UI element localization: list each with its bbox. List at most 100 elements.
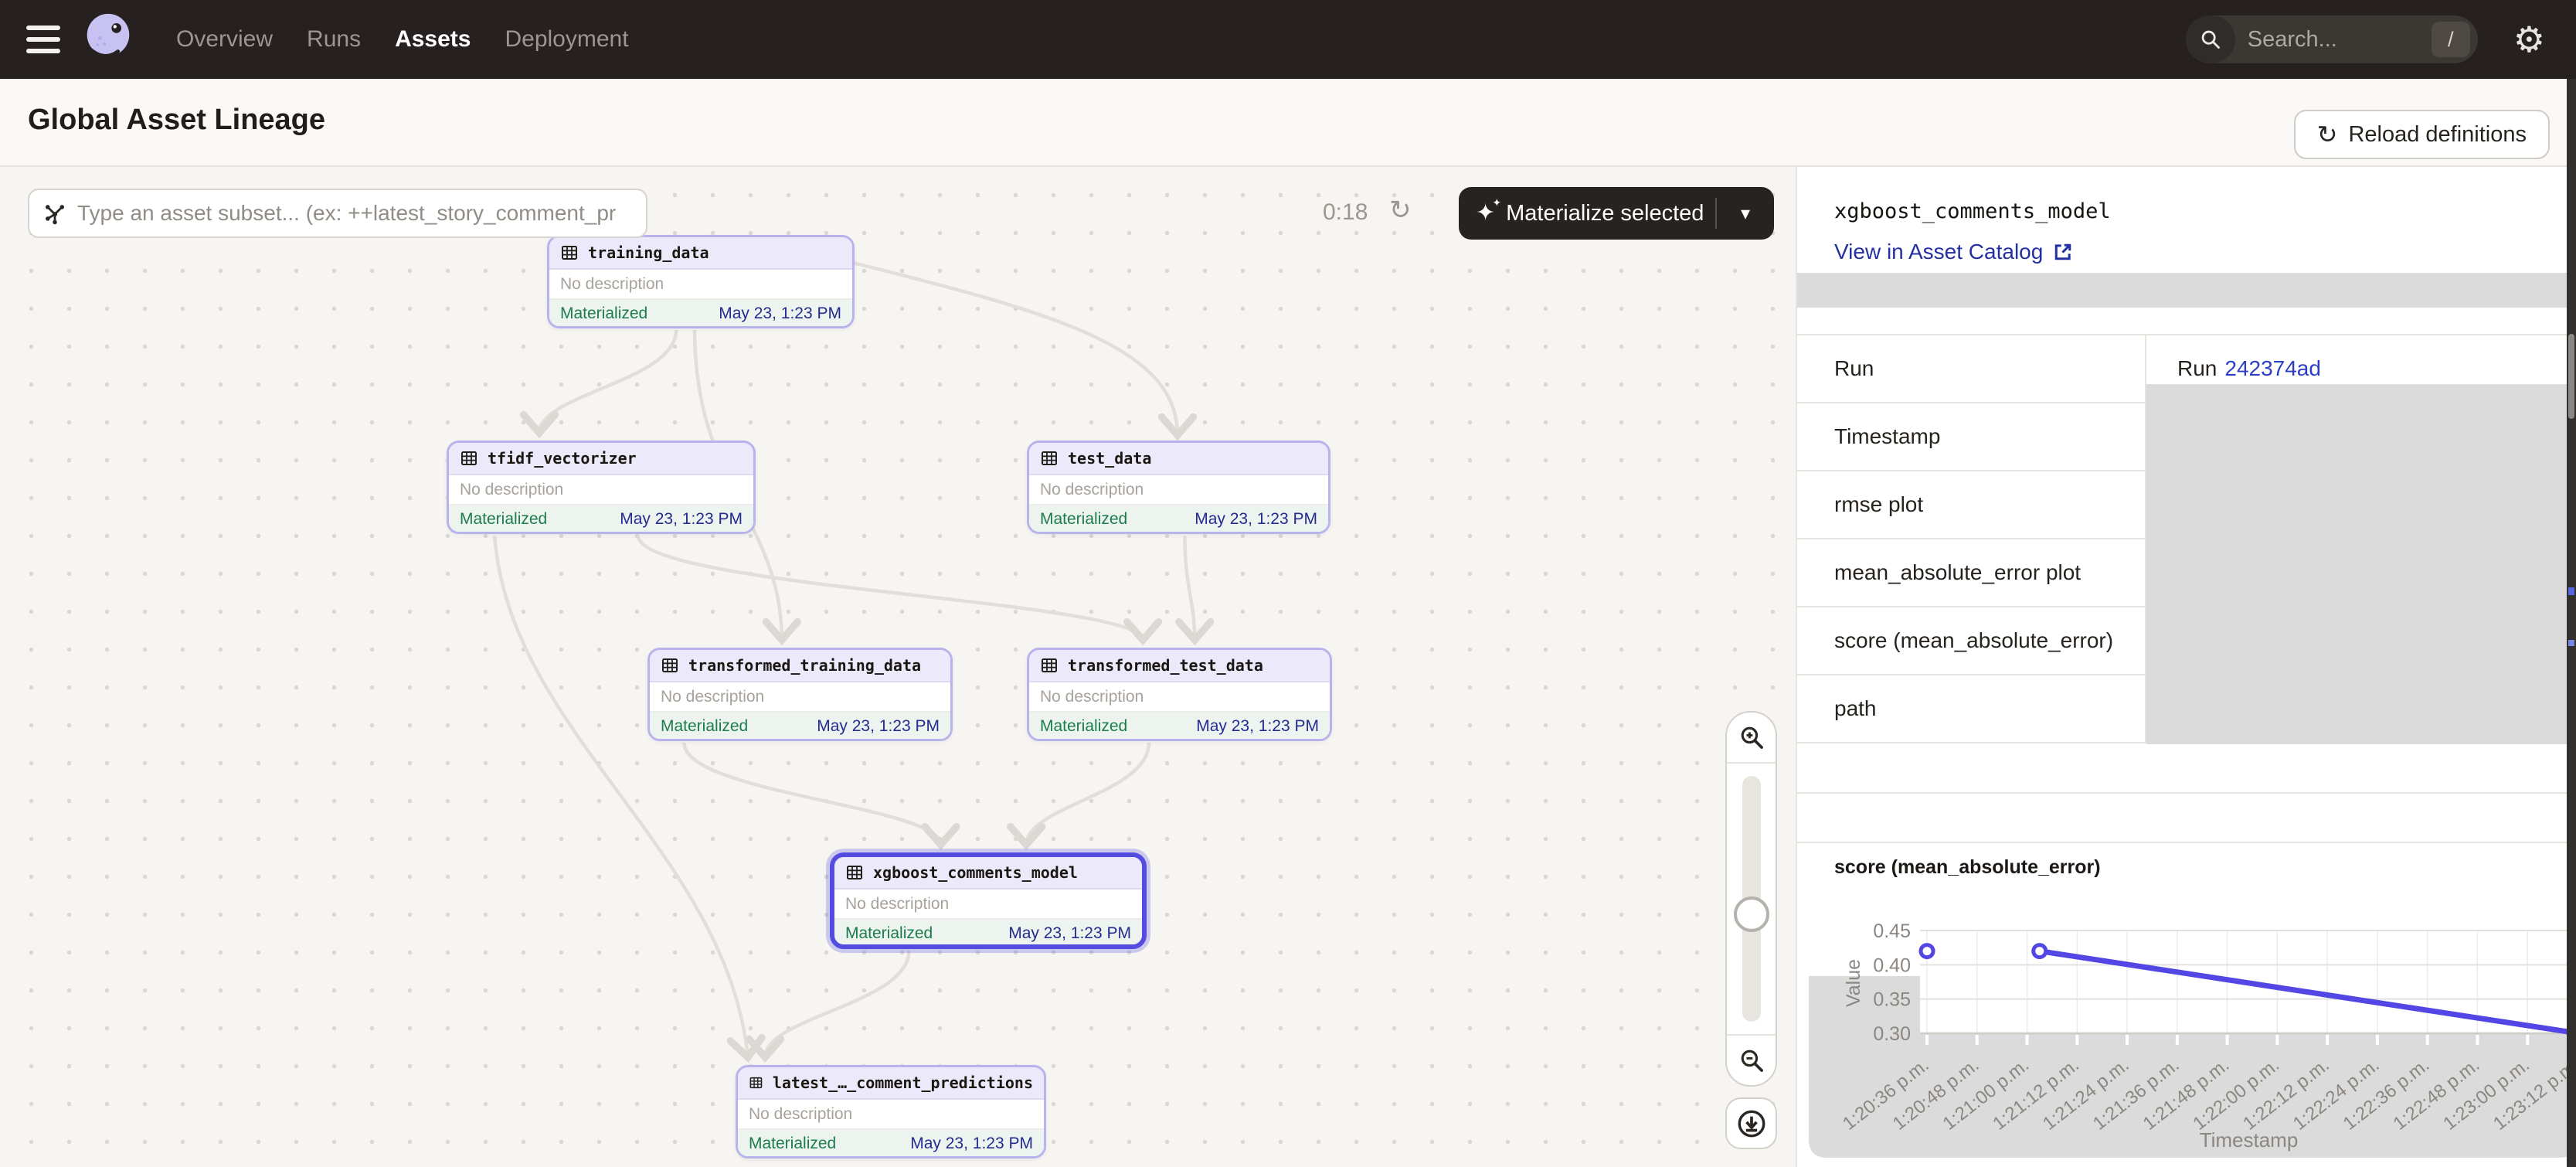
status-badge: Materialized (845, 924, 933, 943)
table-icon (661, 656, 679, 675)
materialization-date[interactable]: May 23, 1:23 PM (1195, 510, 1317, 529)
edge-training_data-to-test_data (853, 263, 1178, 435)
table-icon (1040, 656, 1059, 675)
svg-text:0.35: 0.35 (1873, 989, 1911, 1011)
asset-detail-panel: xgboost_comments_model View in Asset Cat… (1796, 167, 2576, 1167)
zoom-slider[interactable] (1727, 764, 1776, 1034)
materialization-date[interactable]: May 23, 1:23 PM (1008, 924, 1131, 943)
asset-description: No description (738, 1100, 1044, 1130)
section-row-system-tags[interactable]: Materialization system tags ▶ (1797, 744, 2576, 794)
status-badge: Materialized (460, 510, 547, 529)
table-icon (749, 1073, 763, 1092)
sparkle-icon: ✦✦ (1476, 202, 1495, 225)
search-placeholder: Search... (2248, 27, 2432, 53)
nav-tabs: Overview Runs Assets Deployment (176, 0, 629, 79)
gear-icon[interactable]: ⚙ (2513, 22, 2545, 57)
svg-text:0.30: 0.30 (1873, 1023, 1911, 1045)
asset-node-transformed_training_data[interactable]: transformed_training_data No description M… (647, 648, 953, 741)
asset-description: No description (650, 682, 950, 713)
score-line-chart: 0.450.400.350.301:20:36 p.m.1:20:48 p.m.… (1809, 886, 2576, 1161)
asset-name: xgboost_comments_model (873, 863, 1078, 882)
external-link-icon (2052, 241, 2074, 263)
edge-tfidf_vectorizer-to-transformed_test_data (638, 536, 1143, 640)
materialize-dropdown-button[interactable]: ▾ (1715, 198, 1774, 229)
reload-icon: ↻ (2317, 122, 2338, 147)
asset-name: training_data (588, 243, 709, 262)
materialization-date[interactable]: May 23, 1:23 PM (719, 305, 841, 323)
materialization-date[interactable]: May 23, 1:23 PM (620, 510, 743, 529)
row-label: score (mean_absolute_error) (1797, 607, 2146, 674)
zoom-in-button[interactable] (1727, 713, 1776, 764)
asset-node-xgboost_comments_model[interactable]: xgboost_comments_model No description Mate… (830, 852, 1147, 949)
asset-name: transformed_test_data (1068, 656, 1263, 675)
zoom-out-button[interactable] (1727, 1034, 1776, 1085)
edge-transformed_test_data-to-xgboost_comments_model (1026, 743, 1149, 845)
zoom-slider-handle[interactable] (1734, 897, 1769, 932)
panel-asset-title: xgboost_comments_model (1834, 199, 2111, 223)
row-label: rmse plot (1797, 471, 2146, 538)
row-label: Run (1797, 335, 2146, 402)
asset-node-test_data[interactable]: test_data No description Materialized May 2… (1027, 441, 1330, 534)
svg-text:0.40: 0.40 (1873, 954, 1911, 976)
status-badge: Materialized (661, 717, 748, 736)
asset-description: No description (549, 270, 852, 300)
nav-tab-overview[interactable]: Overview (176, 26, 273, 53)
materialize-selected-button[interactable]: ✦✦ Materialize selected ▾ (1459, 187, 1774, 240)
asset-name: transformed_training_data (688, 656, 921, 675)
run-id-link[interactable]: 242374ad (2224, 356, 2321, 381)
asset-node-latest_…_comment_predictions[interactable]: latest_…_comment_predictionsNo descripti… (736, 1065, 1046, 1158)
table-icon (560, 243, 579, 262)
nav-tab-runs[interactable]: Runs (307, 26, 361, 53)
reload-definitions-button[interactable]: ↻ Reload definitions (2294, 110, 2550, 159)
asset-filter-input[interactable]: Type an asset subset... (ex: ++latest_st… (28, 189, 647, 238)
search-icon (2186, 15, 2235, 63)
reload-label: Reload definitions (2348, 122, 2527, 148)
nav-tab-deployment[interactable]: Deployment (505, 26, 628, 53)
search-shortcut-badge: / (2432, 22, 2470, 57)
asset-node-tfidf_vectorizer[interactable]: tfidf_vectorizer No description Materializ… (447, 441, 756, 534)
view-in-asset-catalog-link[interactable]: View in Asset Catalog (1834, 240, 2074, 264)
row-label: path (1797, 675, 2146, 742)
panel-scroll-band[interactable] (1797, 273, 2576, 308)
status-badge: Materialized (560, 305, 647, 323)
status-badge: Materialized (749, 1135, 836, 1153)
lineage-graph[interactable]: training_data No description Materialized M… (0, 167, 1796, 1167)
zoom-to-fit-button[interactable] (1725, 1097, 1777, 1149)
edge-transformed_training_data-to-xgboost_comments_model (684, 743, 940, 845)
asset-name: test_data (1068, 449, 1151, 468)
global-search-input[interactable]: Search... / (2186, 15, 2478, 63)
materialization-date[interactable]: May 23, 1:23 PM (817, 717, 940, 736)
value-column-block (2146, 384, 2576, 744)
right-edge-scrollbar[interactable] (2567, 79, 2576, 1167)
svg-text:0.45: 0.45 (1873, 920, 1911, 942)
dagster-logo[interactable] (77, 9, 138, 70)
asset-node-training_data[interactable]: training_data No description Materialized M… (547, 235, 855, 328)
nav-tab-assets[interactable]: Assets (395, 26, 471, 53)
asset-description: No description (834, 890, 1142, 920)
edge-training_data-to-tfidf_vectorizer (539, 330, 676, 433)
table-icon (460, 449, 478, 468)
page-header: Global Asset Lineage ↻ Reload definition… (0, 79, 2576, 167)
zoom-controls (1725, 711, 1777, 1087)
section-row-metadata-plots[interactable]: Metadata plots ▼ (1797, 794, 2576, 843)
menu-icon[interactable] (26, 26, 60, 53)
chart-title: score (mean_absolute_error) (1834, 856, 2101, 879)
table-icon (845, 863, 864, 882)
asset-node-transformed_test_data[interactable]: transformed_test_dataNo descriptionMater… (1027, 648, 1332, 741)
graph-refresh-icon[interactable]: ↻ (1389, 195, 1412, 226)
materialization-date[interactable]: May 23, 1:23 PM (1196, 717, 1319, 736)
op-selector-icon (43, 202, 66, 225)
app-root: Overview Runs Assets Deployment Search... /… (0, 0, 2576, 1167)
asset-name: tfidf_vectorizer (488, 449, 637, 468)
scrollbar-thumb[interactable] (2568, 334, 2574, 419)
row-label: Timestamp (1797, 403, 2146, 470)
status-badge: Materialized (1040, 510, 1127, 529)
materialization-date[interactable]: May 23, 1:23 PM (910, 1135, 1033, 1153)
asset-description: No description (1029, 682, 1330, 713)
table-icon (1040, 449, 1059, 468)
edge-test_data-to-transformed_test_data (1184, 536, 1195, 640)
asset-description: No description (1029, 475, 1328, 505)
asset-description: No description (449, 475, 753, 505)
asset-filter-placeholder: Type an asset subset... (ex: ++latest_st… (77, 201, 616, 226)
materialize-label: Materialize selected (1506, 201, 1704, 226)
